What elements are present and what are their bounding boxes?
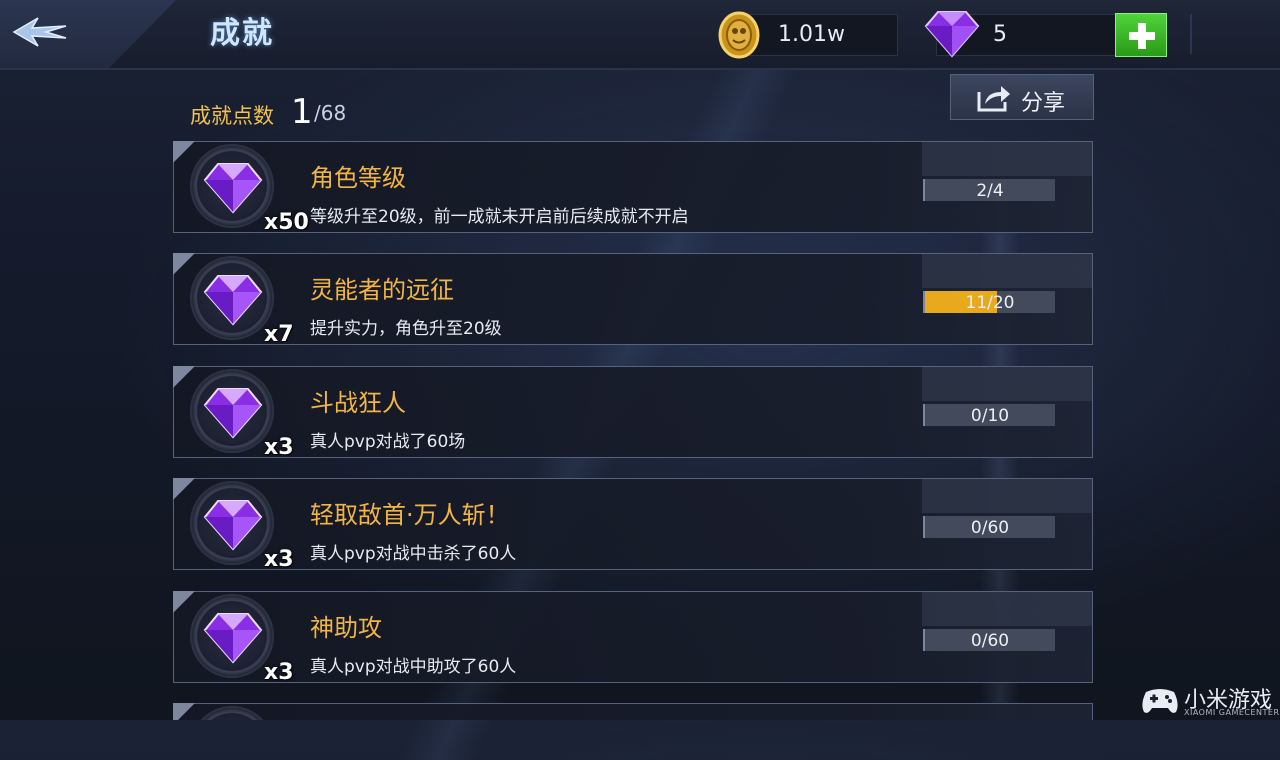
share-button[interactable]: 分享 — [950, 74, 1094, 120]
watermark-subtext: XIAOMI GAMECENTER — [1184, 708, 1280, 717]
gold-coin-icon — [718, 11, 760, 59]
purple-gem-icon — [203, 500, 263, 551]
achievement-description: 提升实力，角色升至20级 — [310, 319, 502, 339]
card-tab — [922, 592, 1092, 626]
achievement-title: 角色等级 — [310, 164, 406, 192]
achievement-card[interactable]: x3 轻取敌首·万人斩！ 真人pvp对战中击杀了60人 0/60 — [173, 478, 1093, 572]
achievement-card[interactable]: x7 灵能者的远征 提升实力，角色升至20级 11/20 — [173, 253, 1093, 347]
badge-ring — [190, 706, 274, 720]
reward-count: x7 — [264, 322, 294, 347]
share-icon — [977, 86, 1010, 112]
card-tab — [922, 479, 1092, 513]
reward-count: x3 — [264, 547, 294, 572]
progress-bar: 11/20 — [923, 291, 1055, 313]
card-tab — [922, 142, 1092, 176]
reward-badge — [188, 706, 284, 720]
achievement-title: 神助攻 — [310, 614, 382, 642]
gold-value: 1.01w — [778, 22, 845, 47]
purple-gem-icon — [203, 613, 263, 664]
achievement-list[interactable]: x50 角色等级 等级升至20级，前一成就未开启前后续成就不开启 2/4 x7 … — [173, 141, 1095, 720]
achievement-card[interactable]: x50 角色等级 等级升至20级，前一成就未开启前后续成就不开启 2/4 — [173, 141, 1093, 235]
progress-bar: 0/60 — [923, 516, 1055, 538]
achievement-points-label: 成就点数 — [190, 104, 274, 128]
progress-text: 0/60 — [970, 631, 1010, 651]
achievement-description: 真人pvp对战中助攻了60人 — [310, 657, 517, 677]
page-title: 成就 — [210, 16, 274, 51]
reward-count: x3 — [264, 435, 294, 460]
progress-bar: 0/60 — [923, 629, 1055, 651]
achievement-description: 等级升至20级，前一成就未开启前后续成就不开启 — [310, 207, 689, 227]
progress-text: 2/4 — [976, 181, 1004, 201]
purple-gem-icon — [203, 163, 263, 214]
progress-text: 11/20 — [965, 293, 1015, 313]
purple-gem-icon — [203, 275, 263, 326]
card-tab — [922, 367, 1092, 401]
share-label: 分享 — [1021, 91, 1066, 116]
purple-gem-icon — [203, 388, 263, 439]
reward-count: x3 — [264, 660, 294, 685]
reward-badge: x3 — [188, 369, 294, 460]
gamepad-icon — [1142, 689, 1178, 713]
divider — [1190, 14, 1192, 54]
reward-badge: x7 — [188, 256, 294, 347]
achievement-card[interactable] — [173, 703, 1093, 720]
reward-badge: x50 — [188, 144, 309, 235]
progress-text: 0/10 — [970, 406, 1010, 426]
achievement-points-total: /68 — [314, 101, 347, 125]
reward-badge: x3 — [188, 594, 294, 685]
achievement-card[interactable]: x3 斗战狂人 真人pvp对战了60场 0/10 — [173, 366, 1093, 460]
achievement-title: 轻取敌首·万人斩！ — [310, 501, 510, 529]
achievement-description: 真人pvp对战中击杀了60人 — [310, 544, 517, 564]
add-gems-button[interactable] — [1115, 13, 1167, 57]
achievement-description: 真人pvp对战了60场 — [310, 432, 466, 452]
back-arrow-icon — [12, 17, 67, 47]
progress-text: 0/60 — [970, 518, 1010, 538]
xiaomi-watermark: 小米游戏 XIAOMI GAMECENTER — [1140, 684, 1280, 720]
achievement-title: 斗战狂人 — [310, 389, 406, 417]
reward-badge: x3 — [188, 481, 294, 572]
progress-bar: 2/4 — [923, 179, 1055, 201]
progress-bar: 0/10 — [923, 404, 1055, 426]
achievement-card[interactable]: x3 神助攻 真人pvp对战中助攻了60人 0/60 — [173, 591, 1093, 685]
card-tab — [922, 254, 1092, 288]
gem-value: 5 — [993, 22, 1007, 47]
achievement-points-value: 1 — [291, 92, 313, 132]
reward-count: x50 — [264, 210, 309, 235]
plus-icon — [1129, 23, 1155, 49]
achievement-title: 灵能者的远征 — [310, 276, 454, 304]
purple-gem-icon — [924, 11, 980, 58]
